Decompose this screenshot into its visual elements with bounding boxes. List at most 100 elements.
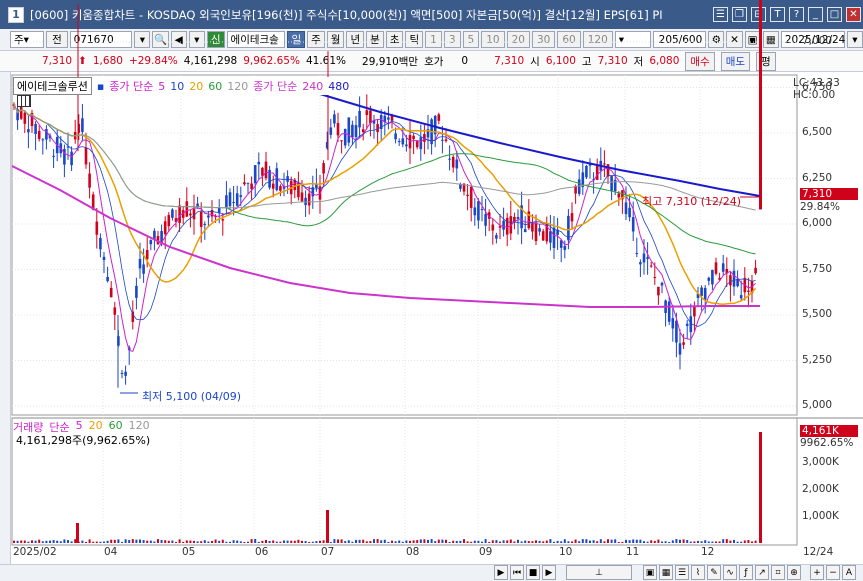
candle-body [441, 139, 444, 141]
scroll-left-icon[interactable]: ▶ [494, 565, 508, 580]
candle-body [419, 137, 423, 150]
candle-body [221, 219, 225, 221]
candle-body [412, 135, 415, 140]
volume-bar [85, 541, 87, 543]
volume-bar [517, 539, 519, 543]
candle-body [451, 156, 455, 168]
candle-body [243, 182, 246, 185]
volume-bar [520, 541, 523, 543]
increase-icon[interactable]: + [810, 565, 824, 580]
legend-ma20: 20 [189, 79, 204, 93]
ma5-line [13, 103, 756, 352]
candle-body [239, 195, 243, 197]
candle-body [138, 258, 142, 269]
volume-bar [265, 539, 267, 543]
high-annotation: 최고 7,310 (12/24) [642, 195, 742, 208]
text-size-icon[interactable]: A [842, 565, 856, 580]
volume-bar [329, 541, 332, 543]
volume-bar [45, 540, 48, 543]
volume-bar [718, 541, 721, 543]
table-grid-icon[interactable] [17, 95, 31, 107]
volume-bar [365, 541, 368, 543]
candle-body [466, 194, 469, 196]
candle-body [585, 165, 588, 178]
volume-bar [751, 541, 753, 543]
legend-ma240: 240 [302, 79, 324, 93]
grid-icon[interactable]: ▦ [659, 565, 673, 580]
tool-icon[interactable]: ▣ [643, 565, 657, 580]
volume-bar [455, 540, 458, 543]
candle-body [228, 192, 232, 207]
pattern-icon[interactable]: ⌇ [691, 565, 705, 580]
text-tool-icon[interactable]: ƒ [739, 565, 753, 580]
ma240-line [11, 165, 760, 308]
zoom-in-icon[interactable]: ⊕ [787, 565, 801, 580]
volume-bar [117, 539, 120, 543]
decrease-icon[interactable]: − [826, 565, 840, 580]
volume-bar [232, 540, 235, 543]
volume-bar [257, 541, 260, 543]
candle-body [369, 110, 372, 124]
candle-body [480, 209, 484, 211]
volume-bar [625, 539, 627, 543]
stop-icon[interactable]: ■ [526, 565, 540, 580]
volume-bar [56, 540, 59, 543]
list-icon[interactable]: ☰ [675, 565, 689, 580]
price-tick: 6,000 [802, 217, 833, 229]
volume-bar [49, 540, 51, 543]
volume-bar [347, 540, 350, 543]
first-icon[interactable]: ⏮ [510, 565, 524, 580]
volume-bar [113, 539, 116, 543]
volume-bar [650, 540, 653, 543]
arrow-tool-icon[interactable]: ↗ [755, 565, 769, 580]
volume-bar [63, 539, 66, 543]
candle-body [106, 276, 109, 282]
price-tick: 7,250 [802, 0, 860, 2]
volume-bar [131, 539, 134, 543]
volume-bar [380, 540, 383, 543]
candle-body [721, 263, 725, 272]
candle-body [617, 193, 621, 198]
candle-body [603, 163, 606, 165]
legend-ma5: 5 [158, 79, 166, 93]
drawing-icon[interactable]: ✎ [707, 565, 721, 580]
volume-bar [31, 540, 33, 543]
volume-bar [643, 541, 645, 543]
legend-stock-name[interactable]: 에이테크솔루션 [13, 77, 92, 95]
volume-bar [139, 539, 141, 543]
candle-body [491, 224, 495, 231]
candle-body [41, 139, 45, 141]
volume-bar [373, 539, 375, 543]
candle-body [102, 256, 106, 260]
volume-bar [185, 540, 188, 543]
legend-ma480: 480 [328, 79, 350, 93]
volume-bar [369, 540, 372, 543]
volume-bar [527, 541, 530, 543]
last-icon[interactable]: ▶ [542, 565, 556, 580]
volume-bar [344, 541, 347, 543]
candle-body [307, 193, 311, 206]
volume-bar [59, 541, 62, 543]
candle-body [405, 144, 408, 147]
candle-body [279, 186, 282, 191]
candle-body [99, 237, 102, 250]
volume-bar [27, 541, 30, 543]
volume-bar [545, 540, 548, 543]
candle-body [131, 311, 135, 322]
volume-bar [20, 540, 23, 543]
volume-bar [715, 541, 717, 543]
candle-body [649, 265, 653, 267]
volume-bar [679, 539, 681, 543]
candle-body [685, 323, 689, 326]
volume-bar [488, 541, 491, 543]
scroll-slider[interactable]: ⊥ [566, 565, 632, 580]
volume-bar [722, 539, 725, 543]
volume-bar [124, 539, 127, 543]
volume-bar [430, 539, 433, 543]
candle-body [459, 184, 462, 189]
measure-icon[interactable]: ⌗ [771, 565, 785, 580]
volume-bar [599, 539, 602, 543]
candle-body [495, 235, 498, 239]
last-price-box: 7,310 [800, 188, 858, 200]
wave-icon[interactable]: ∿ [723, 565, 737, 580]
